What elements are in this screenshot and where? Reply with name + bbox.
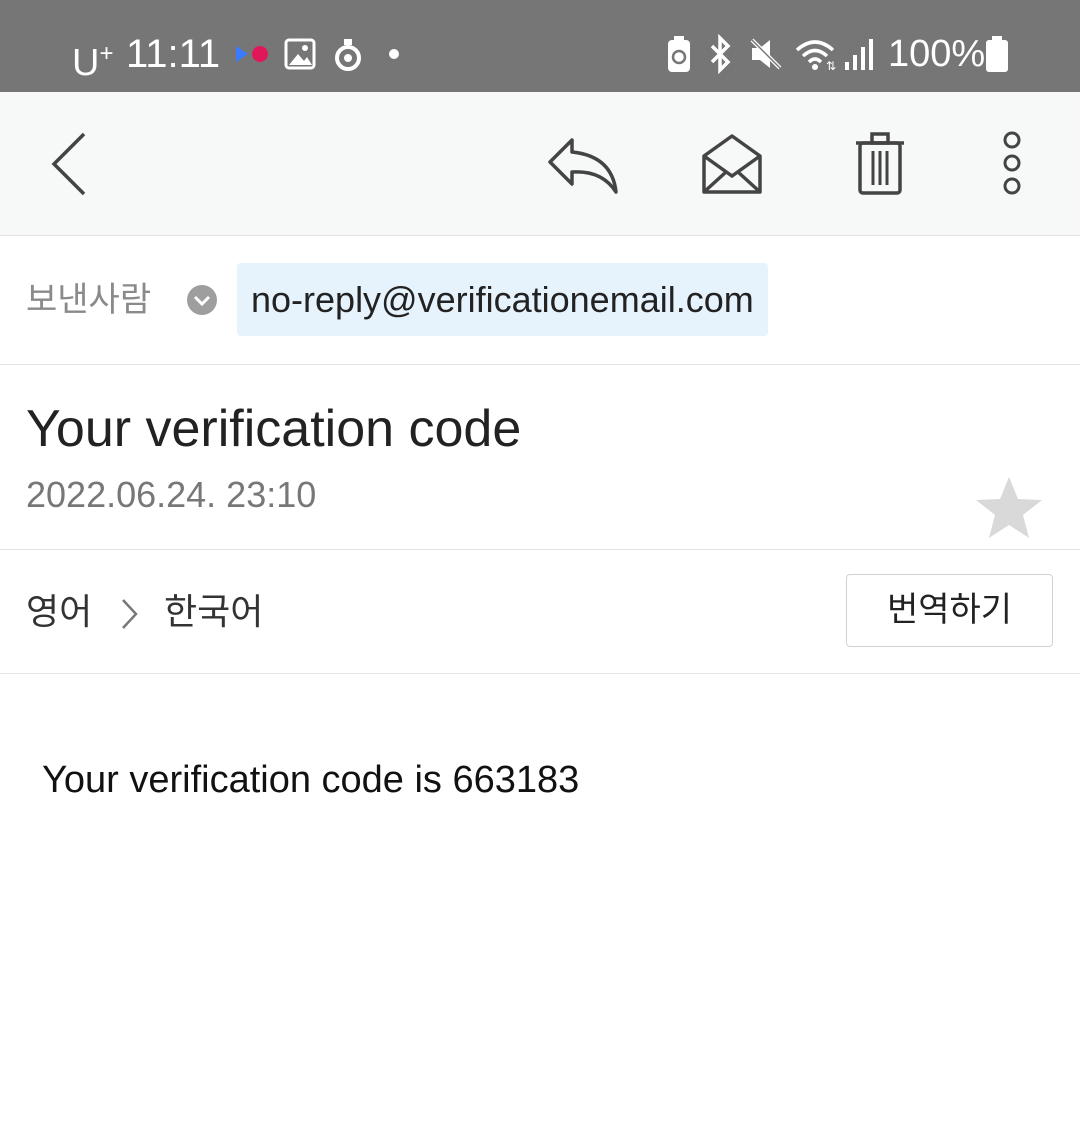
svg-text:⇅: ⇅: [826, 59, 836, 73]
mail-subject: Your verification code: [26, 400, 522, 458]
more-options-button[interactable]: [970, 122, 1054, 206]
signal-icon: [845, 39, 873, 70]
dot-icon: [389, 49, 399, 59]
back-icon: [51, 132, 86, 196]
subject-area: Your verification code 2022.06.24. 23:10: [0, 365, 1080, 550]
source-language[interactable]: 영어: [26, 590, 92, 636]
back-button[interactable]: [28, 122, 112, 206]
mark-unread-icon: [702, 134, 762, 194]
mail-date: 2022.06.24. 23:10: [26, 474, 317, 515]
more-icon: [1003, 131, 1021, 195]
delete-button[interactable]: [838, 122, 922, 206]
battery-icon: [986, 36, 1008, 72]
wifi-icon: ⇅: [795, 40, 836, 73]
chevron-right-icon: [122, 599, 138, 629]
target-language[interactable]: 한국어: [164, 590, 263, 636]
battery-saver-icon: [668, 36, 690, 72]
mark-unread-button[interactable]: [690, 122, 774, 206]
mail-body: Your verification code is 663183: [42, 759, 580, 801]
mail-toolbar: [0, 92, 1080, 236]
reply-button[interactable]: [542, 122, 626, 206]
sender-label: 보낸사람: [26, 280, 152, 320]
trash-icon: [856, 132, 904, 195]
sender-row: 보낸사람 no-reply@verificationemail.com: [0, 236, 1080, 365]
status-bar: U+ 11:11 ⇅ 100%: [0, 0, 1080, 92]
reply-icon: [548, 138, 618, 194]
status-time: 11:11: [126, 32, 221, 76]
mute-icon: [750, 38, 782, 70]
translate-row: 영어 한국어 번역하기: [0, 550, 1080, 674]
star-icon[interactable]: [974, 475, 1044, 541]
sender-email-chip[interactable]: no-reply@verificationemail.com: [237, 263, 768, 336]
battery-percent: 100%: [888, 33, 986, 75]
translate-button[interactable]: 번역하기: [846, 574, 1053, 647]
bluetooth-icon: [710, 34, 731, 74]
chevron-down-icon[interactable]: [186, 284, 218, 316]
media-play-record-icon: [236, 46, 268, 62]
gallery-icon: [284, 38, 316, 70]
location-icon: [335, 39, 361, 71]
carrier-label: U+: [72, 40, 114, 84]
